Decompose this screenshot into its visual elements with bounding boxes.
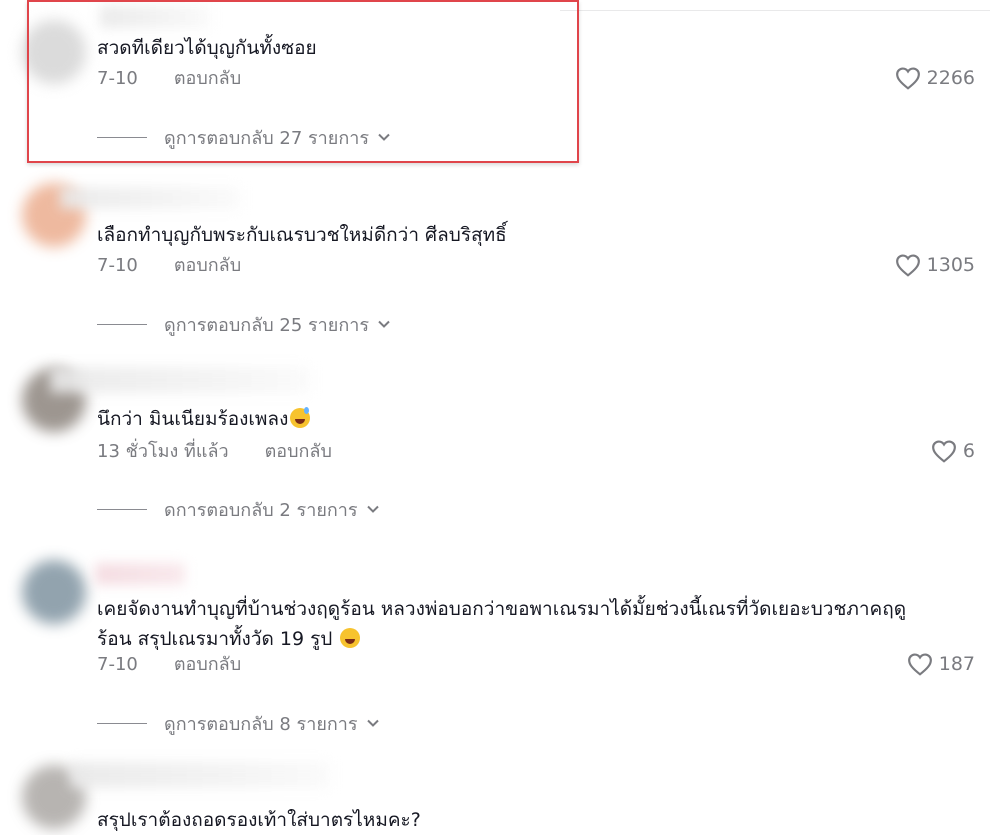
username-blurred[interactable] xyxy=(95,563,185,585)
username-blurred[interactable] xyxy=(100,6,210,28)
reply-button[interactable]: ตอบกลับ xyxy=(174,67,241,91)
chevron-down-icon xyxy=(378,320,390,328)
comment-date: 7-10 xyxy=(97,68,138,89)
comment-text: เลือกทำบุญกับพระกับเณรบวชใหม่ดีกว่า ศีลบ… xyxy=(97,224,507,246)
comment-meta: 7-10 ตอบกลับ xyxy=(97,254,241,278)
reply-button[interactable]: ตอบกลับ xyxy=(265,440,332,464)
divider-dash xyxy=(97,722,147,724)
comment-text: นึกว่า มินเนียมร้องเพลง xyxy=(97,404,967,434)
comment-text-content: นึกว่า มินเนียมร้องเพลง xyxy=(97,408,289,430)
like-count: 187 xyxy=(938,653,975,675)
comment-item: นึกว่า มินเนียมร้องเพลง 13 ชั่วโมง ที่แล… xyxy=(0,355,990,545)
comment-text: สวดทีเดียวได้บุญกันทั้งซอย xyxy=(97,37,317,59)
comment-item: สรุปเราต้องถอดรองเท้าใส่บาตรไหมคะ? xyxy=(0,750,990,834)
view-replies-button[interactable]: ดการตอบกลับ 2 รายการ xyxy=(97,497,380,521)
comment-text-line: เคยจัดงานทำบุญที่บ้านช่วงฤดูร้อน หลวงพ่อ… xyxy=(97,598,907,620)
view-replies-button[interactable]: ดูการตอบกลับ 25 รายการ xyxy=(97,312,391,336)
comment-date: 13 ชั่วโมง ที่แล้ว xyxy=(97,441,229,462)
comment-meta: 7-10 ตอบกลับ xyxy=(97,653,241,677)
comment-text: สรุปเราต้องถอดรองเท้าใส่บาตรไหมคะ? xyxy=(97,809,421,831)
heart-icon xyxy=(931,440,956,463)
like-button[interactable]: 6 xyxy=(931,438,975,464)
chevron-down-icon xyxy=(366,505,379,513)
like-button[interactable]: 2266 xyxy=(895,65,975,91)
heart-icon xyxy=(895,67,920,90)
divider-dash xyxy=(97,508,147,510)
avatar[interactable] xyxy=(22,20,86,84)
comment-item: เคยจัดงานทำบุญที่บ้านช่วงฤดูร้อน หลวงพ่อ… xyxy=(0,545,990,750)
heart-icon xyxy=(895,254,920,277)
username-blurred[interactable] xyxy=(50,367,310,393)
reply-button[interactable]: ตอบกลับ xyxy=(174,653,241,677)
comment-text-line-2: ร้อน สรุปเณรมาทั้งวัด 19 รูป xyxy=(97,624,967,654)
like-count: 6 xyxy=(962,440,975,462)
heart-icon xyxy=(907,653,932,676)
username-blurred[interactable] xyxy=(60,187,240,209)
chevron-down-icon xyxy=(378,133,390,141)
view-replies-label: ดูการตอบกลับ 25 รายการ xyxy=(164,314,369,336)
like-button[interactable]: 1305 xyxy=(895,252,975,278)
chevron-down-icon xyxy=(366,719,379,727)
reply-button[interactable]: ตอบกลับ xyxy=(174,254,241,278)
divider-dash xyxy=(97,323,147,325)
view-replies-label: ดการตอบกลับ 2 รายการ xyxy=(164,499,358,521)
view-replies-label: ดูการตอบกลับ 27 รายการ xyxy=(164,127,369,149)
like-count: 2266 xyxy=(926,67,975,89)
comment-meta: 13 ชั่วโมง ที่แล้ว ตอบกลับ xyxy=(97,440,332,464)
grinning-sweat-emoji xyxy=(290,407,311,428)
rolling-laughing-emoji xyxy=(340,628,361,648)
comment-text-content: ร้อน สรุปเณรมาทั้งวัด 19 รูป xyxy=(97,628,333,650)
divider-dash xyxy=(97,136,147,138)
view-replies-button[interactable]: ดูการตอบกลับ 8 รายการ xyxy=(97,711,380,735)
comment-date: 7-10 xyxy=(97,654,138,675)
comment-meta: 7-10 ตอบกลับ xyxy=(97,67,241,91)
comment-item: สวดทีเดียวได้บุญกันทั้งซอย 7-10 ตอบกลับ 2… xyxy=(0,0,990,180)
comment-text: เคยจัดงานทำบุญที่บ้านช่วงฤดูร้อน หลวงพ่อ… xyxy=(97,594,967,654)
like-count: 1305 xyxy=(926,254,975,276)
username-blurred[interactable] xyxy=(70,762,330,788)
comment-item: เลือกทำบุญกับพระกับเณรบวชใหม่ดีกว่า ศีลบ… xyxy=(0,165,990,355)
comment-date: 7-10 xyxy=(97,255,138,276)
view-replies-button[interactable]: ดูการตอบกลับ 27 รายการ xyxy=(97,125,391,149)
view-replies-label: ดูการตอบกลับ 8 รายการ xyxy=(164,713,358,735)
avatar[interactable] xyxy=(22,560,86,624)
like-button[interactable]: 187 xyxy=(907,651,975,677)
